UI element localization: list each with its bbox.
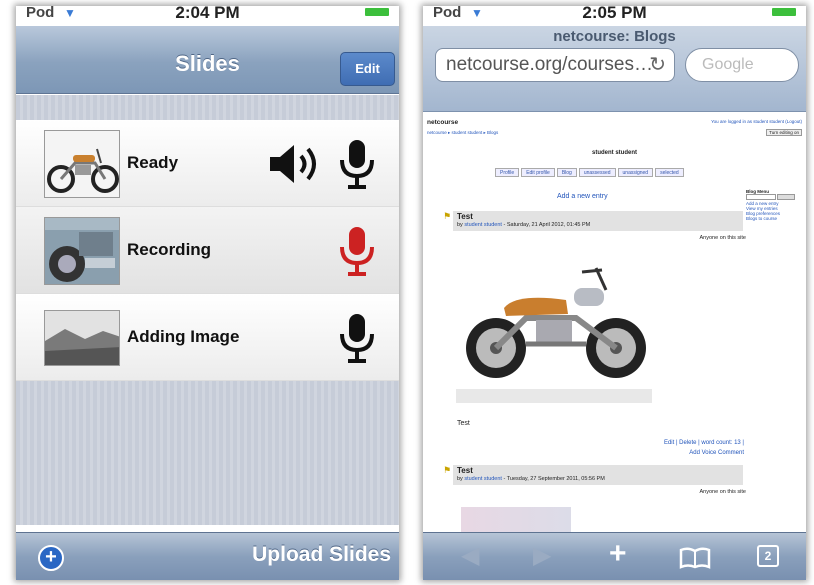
status-time: 2:04 PM — [175, 6, 240, 22]
slide-label: Ready — [127, 153, 179, 172]
battery-icon — [365, 8, 389, 16]
post-flag-icon: ⚑ — [443, 465, 452, 475]
back-arrow-icon[interactable]: ◀ — [461, 541, 479, 570]
tab-selected[interactable]: selected — [655, 168, 684, 177]
status-bar: Pod ▼ 2:05 PM — [423, 6, 806, 26]
bottom-toolbar: + Upload Slides — [16, 532, 399, 580]
image-caption-bar — [456, 389, 652, 403]
motorcycle-image — [456, 248, 652, 403]
landscape-thumbnail — [44, 310, 120, 366]
search-input[interactable]: Google — [685, 48, 799, 82]
upload-slides-button[interactable]: Upload Slides — [252, 543, 391, 567]
microphone-icon[interactable] — [337, 312, 377, 364]
post-byline: by student student - Tuesday, 27 Septemb… — [457, 476, 605, 482]
slide-label: Recording — [127, 240, 212, 259]
web-content: netcourse You are logged in as student s… — [423, 113, 806, 532]
page-title: netcourse: Blogs — [553, 28, 676, 45]
reload-icon[interactable]: ↻ — [649, 49, 666, 81]
plus-icon[interactable]: + — [609, 537, 627, 571]
add-entry-link[interactable]: Add a new entry — [557, 193, 608, 200]
post-header: Test by student student - Saturday, 21 A… — [453, 211, 743, 231]
slide-row-adding-image[interactable]: Adding Image — [16, 294, 399, 381]
microphone-icon[interactable] — [337, 138, 377, 190]
tab-unassigned[interactable]: unassigned — [617, 168, 654, 177]
forward-arrow-icon[interactable]: ▶ — [533, 541, 551, 570]
slide-row-ready[interactable]: Ready — [16, 120, 399, 207]
plus-circle-icon[interactable]: + — [38, 545, 64, 571]
tab-edit-profile[interactable]: Edit profile — [521, 168, 555, 177]
post-title: Test — [457, 212, 473, 221]
slide-row-recording[interactable]: Recording — [16, 207, 399, 294]
edit-button[interactable]: Edit — [340, 52, 395, 86]
browser-toolbar: ◀ ▶ + 2 — [423, 532, 806, 580]
post-visibility: Anyone on this site — [699, 489, 746, 495]
post-image-partial — [461, 507, 571, 532]
post-body: Test — [457, 420, 470, 427]
blog-search-button[interactable] — [777, 194, 796, 200]
pages-count: 2 — [764, 549, 772, 563]
add-voice-comment-link[interactable]: Add Voice Comment — [689, 450, 744, 456]
author-link[interactable]: student student — [464, 222, 502, 228]
tab-profile[interactable]: Profile — [495, 168, 520, 177]
pages-icon[interactable]: 2 — [757, 545, 779, 567]
safari-browser-screen: Pod ▼ 2:05 PM netcourse: Blogs netcourse… — [423, 6, 806, 580]
post-flag-icon: ⚑ — [443, 211, 452, 221]
speaker-icon[interactable] — [268, 142, 326, 186]
profile-tabs: Profile Edit profile Blog unassessed una… — [495, 168, 684, 177]
blog-search-input[interactable] — [746, 194, 776, 200]
motorcycle-thumbnail — [44, 130, 120, 198]
post-title: Test — [457, 466, 473, 475]
post-header: Test by student student - Tuesday, 27 Se… — [453, 465, 743, 485]
tab-blog[interactable]: Blog — [556, 168, 577, 177]
post-byline: by student student - Saturday, 21 April … — [457, 222, 591, 228]
site-name: netcourse — [427, 119, 459, 126]
tab-unassessed[interactable]: unassessed — [578, 168, 616, 177]
url-field[interactable]: netcourse.org/courses… ↻ — [435, 48, 675, 82]
slide-label: Adding Image — [127, 327, 240, 346]
author-link[interactable]: student student — [464, 476, 502, 482]
microphone-recording-icon[interactable] — [337, 225, 377, 277]
blog-menu-sidebar: Blog Menu Add a new entry View my entrie… — [746, 189, 804, 249]
status-time: 2:05 PM — [582, 6, 647, 22]
login-info[interactable]: You are logged in as student student (Lo… — [711, 119, 802, 124]
motorcycle-closeup-thumbnail — [44, 217, 120, 285]
battery-icon — [772, 8, 796, 16]
status-bar: Pod ▼ 2:04 PM — [16, 6, 399, 26]
navigation-bar: Slides Edit — [16, 26, 399, 94]
post-actions[interactable]: Edit | Delete | word count: 13 | — [664, 440, 744, 446]
url-text: netcourse.org/courses… — [446, 54, 653, 75]
sidebar-link[interactable]: Blogs to course — [746, 216, 804, 221]
browser-address-bar: netcourse: Blogs netcourse.org/courses… … — [423, 26, 806, 112]
breadcrumb[interactable]: netcourse ▸ student student ▸ Blogs — [427, 130, 498, 136]
turn-editing-button[interactable]: Turn editing on — [766, 129, 802, 136]
bookmarks-icon[interactable] — [679, 547, 711, 569]
user-heading: student student — [592, 150, 637, 156]
slides-app-screen: Pod ▼ 2:04 PM Slides Edit Ready Recordin… — [16, 6, 399, 580]
post-visibility: Anyone on this site — [699, 235, 746, 241]
